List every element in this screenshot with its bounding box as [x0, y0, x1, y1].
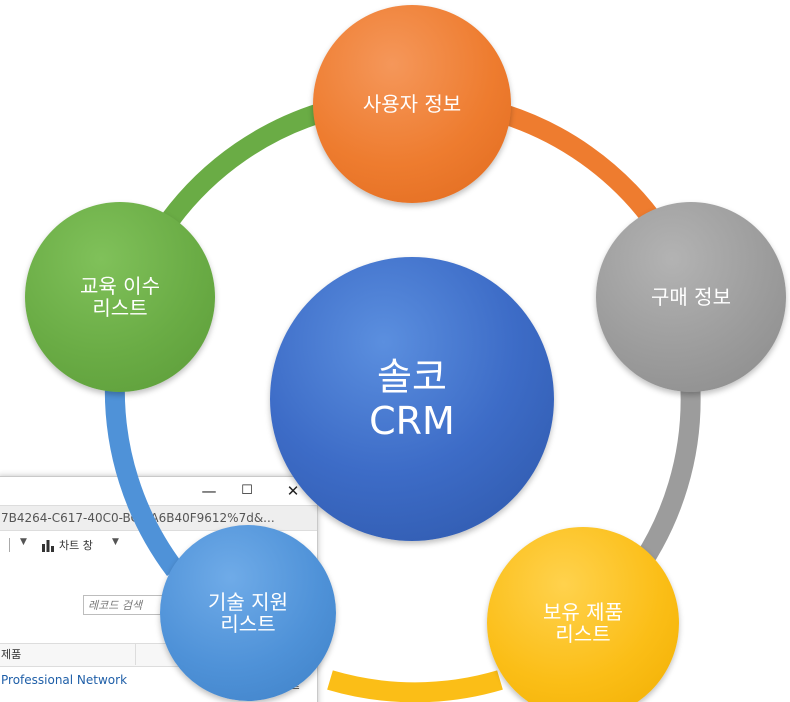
node-tech-support-list[interactable]: 기술 지원 리스트 [160, 525, 336, 701]
center-node-line2: CRM [369, 399, 455, 443]
node-label: 구매 정보 [651, 285, 731, 309]
ring-segment-bottomleft-left [104, 379, 184, 577]
node-user-info[interactable]: 사용자 정보 [313, 5, 511, 203]
crm-cycle-diagram: 솔코 CRM 사용자 정보 구매 정보 보유 제품 리스트 기술 지원 리스트 … [0, 0, 790, 702]
node-label-line2: 리스트 [92, 296, 148, 320]
node-purchase-info[interactable]: 구매 정보 [596, 202, 786, 392]
node-label-line1: 보유 제품 [543, 600, 623, 624]
node-label-line1: 교육 이수 [80, 274, 160, 298]
node-label-line2: 리스트 [220, 612, 276, 636]
node-label: 사용자 정보 [362, 92, 462, 116]
node-training-completion-list[interactable]: 교육 이수 리스트 [25, 202, 215, 392]
node-label-line1: 기술 지원 [208, 590, 288, 614]
stage: — ☐ ✕ 7B4264-C617-40C0-BC5 A6B40F9612%7d… [0, 0, 790, 702]
center-node-line1: 솔코 [377, 355, 447, 399]
ring-segment-bottomright-bottomleft [327, 670, 503, 702]
ring-segment-top-right [487, 100, 669, 236]
center-node-solco-crm[interactable]: 솔코 CRM [270, 257, 554, 541]
node-label-line2: 리스트 [555, 622, 611, 646]
ring-segment-left-top [161, 100, 333, 226]
